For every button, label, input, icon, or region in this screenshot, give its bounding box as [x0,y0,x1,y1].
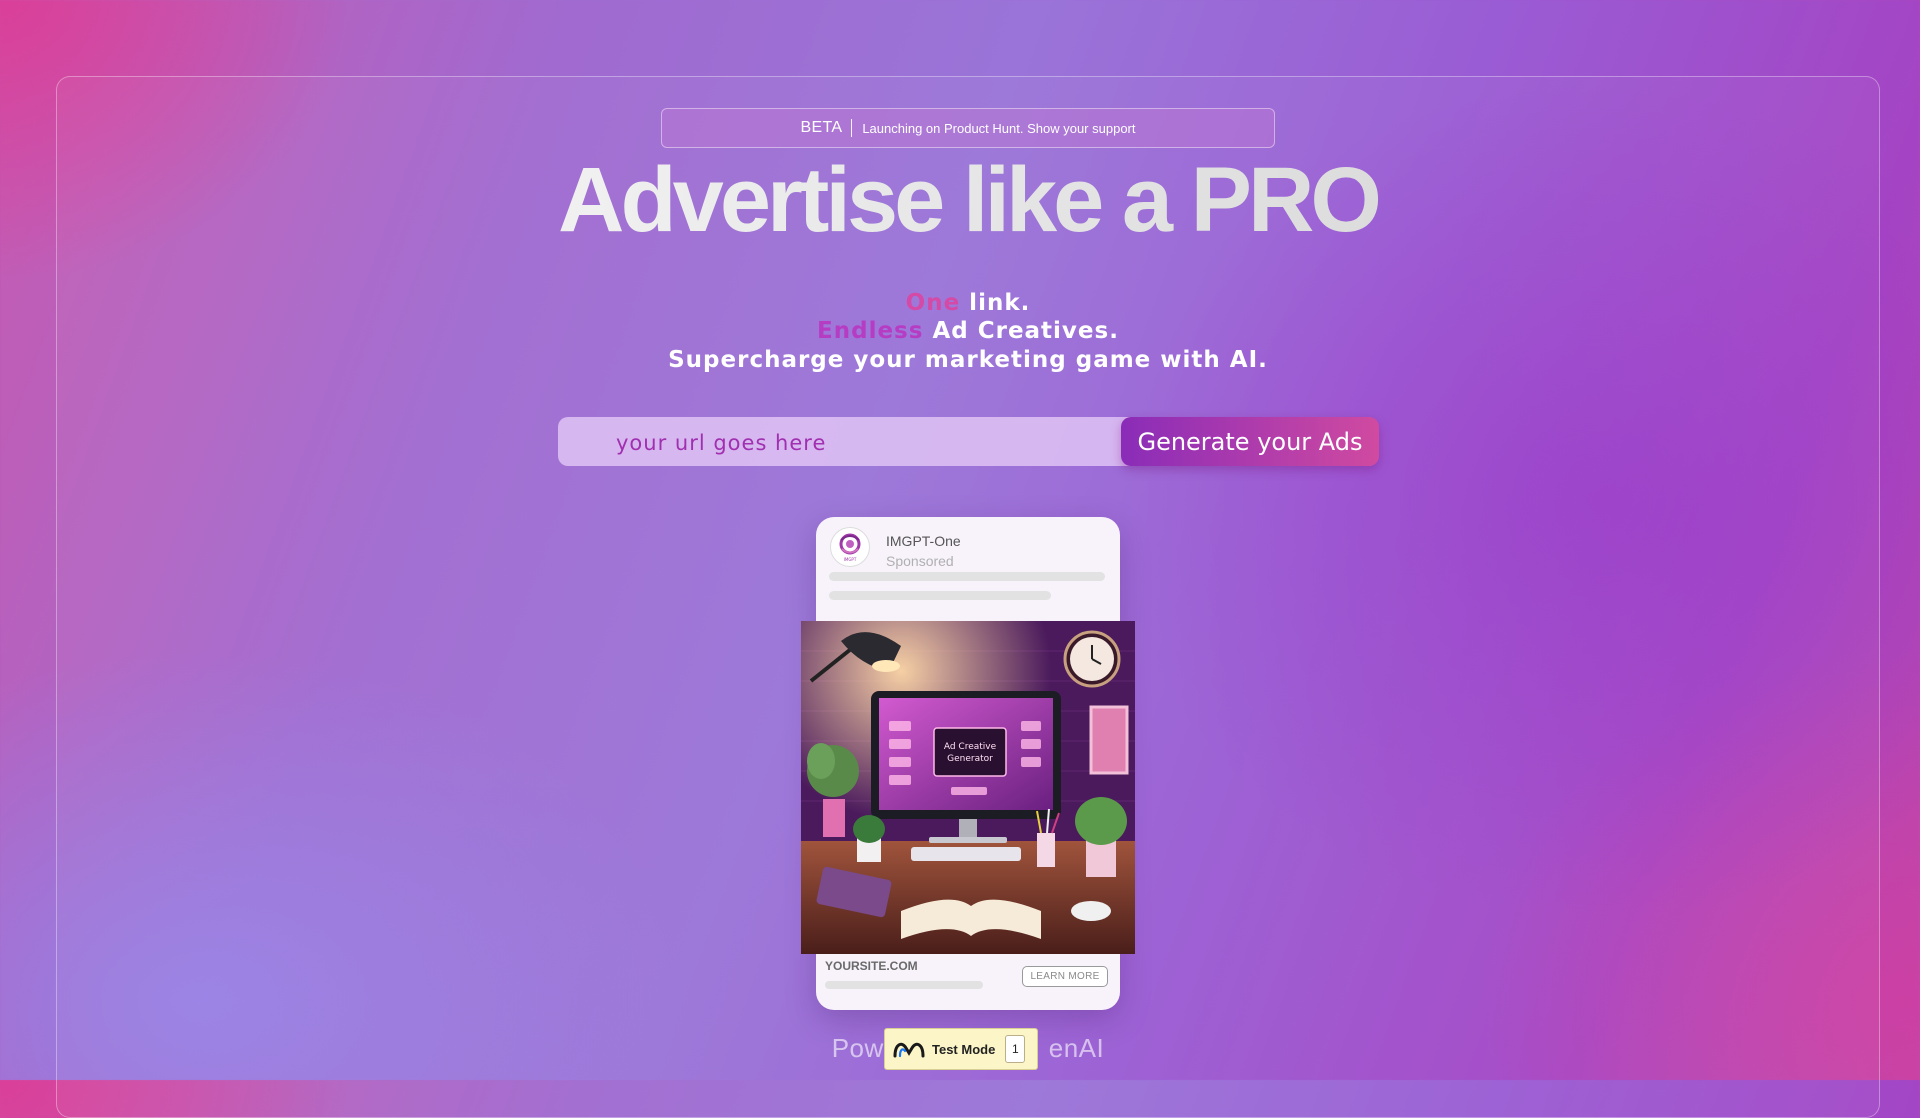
ad-illustration: Ad Creative Generator [801,621,1135,954]
screen-text-line-2: Generator [947,754,993,764]
keyboard-icon [911,847,1021,861]
announcement-text[interactable]: Launching on Product Hunt. Show your sup… [862,121,1135,136]
site-label: YOURSITE.COM [825,959,918,973]
beta-badge: BETA [801,119,853,137]
screen-text-line-1: Ad Creative [944,742,997,752]
placeholder-text-line [829,591,1051,600]
tagline-line-2: Endless Ad Creatives. [0,318,1920,344]
tagline-accent-two: Endless [817,318,924,344]
powered-by-right: enAI [1048,1033,1105,1063]
test-mode-badge[interactable]: Test Mode 1 [884,1028,1038,1070]
svg-text:IMGPT: IMGPT [844,557,857,562]
brand-name: IMGPT-One [886,533,961,549]
sponsored-label: Sponsored [886,553,954,569]
brand-logo-icon: IMGPT [839,533,861,562]
logo-icon [893,1042,925,1058]
brand-avatar: IMGPT [830,527,870,567]
test-mode-label: Test Mode [932,1041,996,1057]
tagline-accent-one: One [905,290,961,316]
pencil-cup-icon [1037,833,1055,867]
placeholder-text-line [829,572,1105,581]
generate-ads-button[interactable]: Generate your Ads [1121,417,1379,466]
tagline-text-two: Ad Creatives. [923,318,1119,344]
learn-more-button[interactable]: LEARN MORE [1022,966,1108,987]
announcement-banner[interactable]: BETA Launching on Product Hunt. Show you… [661,108,1275,148]
page-title: Advertise like a PRO [0,148,1920,253]
tagline-line-3: Supercharge your marketing game with AI. [668,347,1268,373]
ad-creative-image: Ad Creative Generator [801,621,1135,954]
mouse-icon [1071,901,1111,921]
tagline-text-one: link. [960,290,1031,316]
url-input[interactable] [614,417,1118,468]
tagline-line-1: One link. [0,290,1920,316]
test-mode-count: 1 [1005,1035,1026,1063]
placeholder-text-line [825,981,983,989]
